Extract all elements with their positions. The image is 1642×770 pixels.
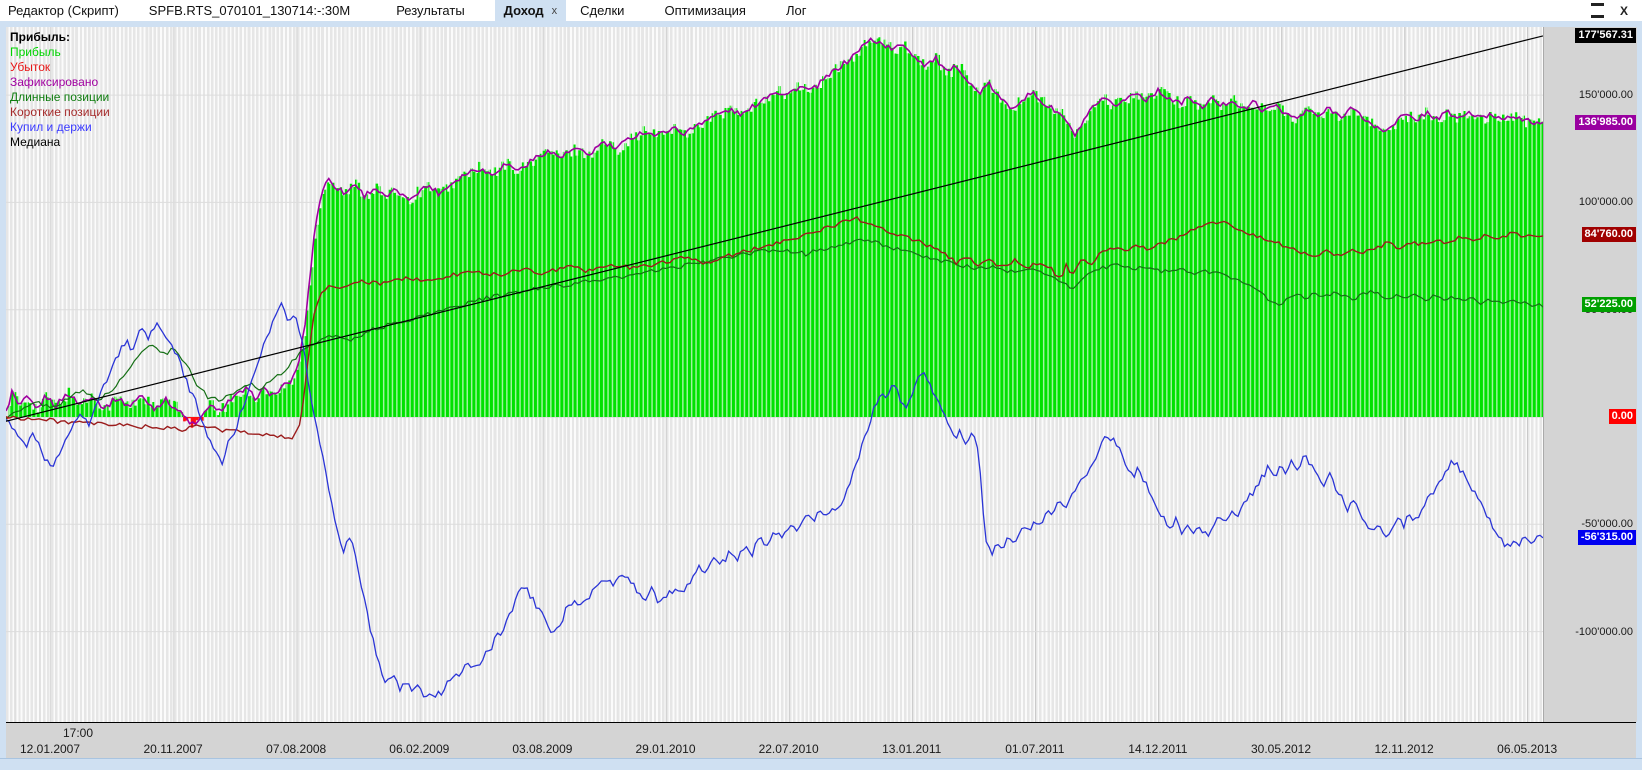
date-axis: 17:00 12.01.2007 20.11.2007 07.08.2008 06.0…: [6, 723, 1636, 758]
x-axis-date-label: 30.05.2012: [1250, 742, 1312, 756]
menu-item-editor[interactable]: Редактор (Скрипт): [4, 1, 123, 20]
legend-item-fixed[interactable]: Зафиксировано: [10, 75, 110, 90]
panel-menu-icon[interactable]: [1590, 3, 1604, 18]
x-axis-date-label: 07.08.2008: [266, 742, 327, 756]
x-axis-date-label: 20.11.2007: [143, 742, 203, 756]
plot-area[interactable]: [6, 27, 1543, 722]
x-axis-date-label: 12.01.2007: [19, 742, 81, 756]
tab-income[interactable]: Доход x: [494, 0, 567, 21]
y-axis-value-badge: 0.00: [1608, 409, 1636, 424]
menu-item-instrument[interactable]: SPFB.RTS_070101_130714:-:30M: [145, 1, 354, 20]
legend-item-buy-and-hold[interactable]: Купил и держи: [10, 120, 110, 135]
chart-legend: Прибыль: Прибыль Убыток Зафиксировано Дл…: [10, 30, 110, 150]
tab-income-label: Доход: [503, 3, 544, 18]
x-axis-date-label: 14.12.2011: [1128, 742, 1188, 756]
y-axis-tick-label: -100'000.00: [1575, 625, 1633, 638]
menu-bar: Редактор (Скрипт) SPFB.RTS_070101_130714…: [0, 0, 1642, 21]
y-axis-value-badge: 136'985.00: [1575, 115, 1636, 131]
y-axis-value-badge: 52'225.00: [1581, 296, 1636, 312]
x-axis-date-label: 22.07.2010: [758, 742, 819, 756]
legend-item-profit[interactable]: Прибыль: [10, 45, 110, 60]
y-axis-value-badge: 177'567.31: [1575, 27, 1636, 43]
legend-item-median[interactable]: Медиана: [10, 135, 110, 150]
menu-item-results[interactable]: Результаты: [392, 1, 468, 20]
window-icons: X: [1590, 3, 1628, 18]
x-axis-date-label: 06.02.2009: [389, 742, 450, 756]
x-axis-date-label: 29.01.2010: [635, 742, 696, 756]
legend-item-loss[interactable]: Убыток: [10, 60, 110, 75]
profit-area: [6, 37, 1543, 417]
x-axis-date-label: 06.05.2013: [1497, 742, 1558, 756]
x-axis-date-label: 01.07.2011: [1005, 742, 1065, 756]
legend-title: Прибыль:: [10, 30, 70, 44]
x-axis-time-label: 17:00: [63, 726, 94, 740]
close-icon[interactable]: X: [1620, 5, 1628, 17]
tab-close-icon[interactable]: x: [552, 5, 558, 17]
x-axis-date-label: 12.11.2012: [1374, 742, 1434, 756]
x-axis-date-label: 03.08.2009: [512, 742, 573, 756]
terminal-window: { "menubar": { "items": [ {"label": "Ред…: [0, 0, 1642, 770]
x-axis-date-label: 13.01.2011: [882, 742, 942, 756]
y-axis-tick-label: 150'000.00: [1578, 89, 1633, 102]
value-axis: 150'000.00100'000.0050'000.00-50'000.00-…: [1543, 27, 1637, 722]
frame-bottom: [0, 758, 1642, 770]
menu-item-log[interactable]: Лог: [782, 1, 811, 20]
legend-item-short-positions[interactable]: Короткие позиции: [10, 105, 110, 120]
menu-item-optimization[interactable]: Оптимизация: [660, 1, 750, 20]
y-axis-value-badge: -56'315.00: [1577, 529, 1636, 545]
menu-item-trades[interactable]: Сделки: [576, 1, 628, 20]
y-axis-tick-label: 100'000.00: [1578, 196, 1633, 209]
y-axis-value-badge: 84'760.00: [1581, 227, 1636, 243]
legend-item-long-positions[interactable]: Длинные позиции: [10, 90, 110, 105]
